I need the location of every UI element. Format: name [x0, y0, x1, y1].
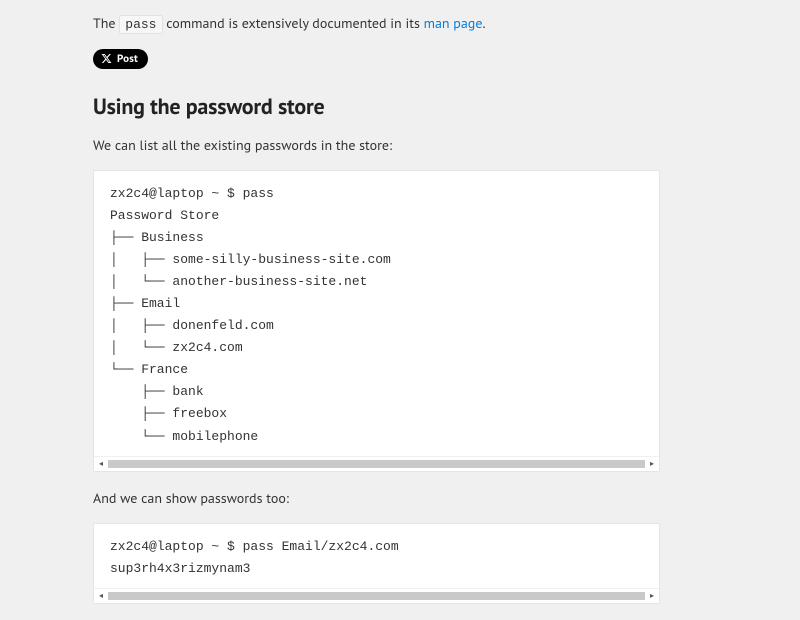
- scroll-right-icon[interactable]: ▸: [645, 457, 659, 471]
- inline-code-pass: pass: [119, 15, 162, 34]
- code-content-show: zx2c4@laptop ~ $ pass Email/zx2c4.com su…: [94, 524, 659, 588]
- scroll-left-icon[interactable]: ◂: [94, 457, 108, 471]
- section-heading-using-password-store: Using the password store: [93, 93, 660, 121]
- horizontal-scrollbar[interactable]: ◂ ▸: [94, 456, 659, 471]
- horizontal-scrollbar[interactable]: ◂ ▸: [94, 588, 659, 603]
- x-icon: [101, 53, 112, 64]
- intro-paragraph: The pass command is extensively document…: [93, 13, 660, 35]
- man-page-link[interactable]: man page: [424, 14, 483, 32]
- para-show-passwords: And we can show passwords too:: [93, 488, 660, 509]
- code-content-list: zx2c4@laptop ~ $ pass Password Store ├──…: [94, 171, 659, 456]
- scrollbar-track[interactable]: [108, 592, 645, 600]
- intro-suffix: .: [482, 14, 485, 32]
- scrollbar-track[interactable]: [108, 460, 645, 468]
- scroll-right-icon[interactable]: ▸: [645, 589, 659, 603]
- para-list-passwords: We can list all the existing passwords i…: [93, 135, 660, 156]
- intro-mid: command is extensively documented in its: [163, 14, 424, 32]
- article-body: The pass command is extensively document…: [93, 0, 660, 604]
- scroll-left-icon[interactable]: ◂: [94, 589, 108, 603]
- intro-prefix: The: [93, 14, 119, 32]
- share-post-label: Post: [117, 52, 138, 66]
- code-block-show: zx2c4@laptop ~ $ pass Email/zx2c4.com su…: [93, 523, 660, 604]
- share-post-button[interactable]: Post: [93, 49, 148, 69]
- code-block-list: zx2c4@laptop ~ $ pass Password Store ├──…: [93, 170, 660, 472]
